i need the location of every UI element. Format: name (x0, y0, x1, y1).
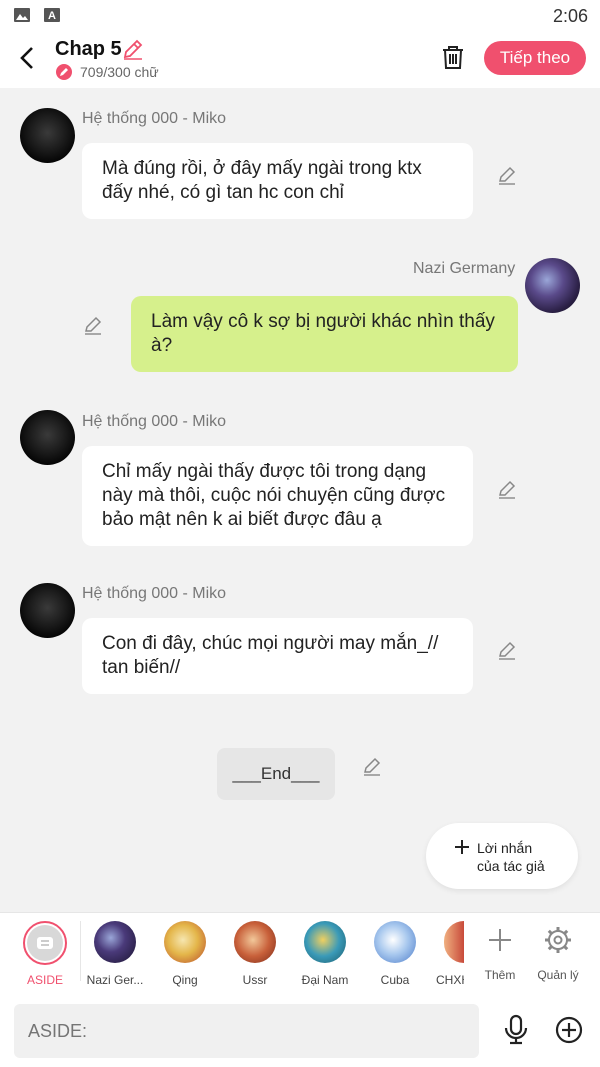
divider (80, 921, 81, 981)
edit-message-icon[interactable] (83, 315, 103, 335)
character-avatar (234, 921, 276, 963)
word-count: 709/300 chữ (56, 64, 159, 80)
character-ussr[interactable]: Ussr (224, 921, 286, 987)
character-avatar (94, 921, 136, 963)
character-bar: ASIDE Nazi Ger... Qing Ussr Đại Nam Cuba… (0, 912, 600, 994)
message-sender: Hệ thống 000 - Miko (82, 110, 227, 127)
gear-icon (545, 927, 571, 953)
manage-button[interactable]: Quản lý (532, 921, 584, 982)
character-name: Ussr (242, 973, 268, 987)
aside-avatar (23, 921, 67, 965)
header: Chap 5 709/300 chữ Tiếp theo (0, 32, 600, 88)
character-name: Đại Nam (301, 973, 349, 987)
manage-label: Quản lý (537, 968, 579, 982)
svg-text:A: A (48, 10, 56, 22)
back-arrow-icon[interactable] (14, 44, 42, 72)
character-cuba[interactable]: Cuba (364, 921, 426, 987)
character-name: CHXH (436, 973, 464, 987)
edit-end-icon[interactable] (362, 756, 382, 776)
author-note-label: Lời nhắn của tác giả (477, 840, 545, 874)
avatar-nazi-germany[interactable] (525, 258, 580, 313)
character-name: ASIDE (26, 973, 63, 987)
character-qing[interactable]: Qing (154, 921, 216, 987)
edit-title-icon[interactable] (122, 38, 144, 60)
character-chxh[interactable]: CHXH (434, 921, 464, 987)
message-bubble[interactable]: Con đi đây, chúc mọi người may mắn_// ta… (82, 618, 473, 694)
character-avatar (444, 921, 464, 963)
status-bar: A 2:06 (0, 0, 600, 32)
message-sender: Hệ thống 000 - Miko (82, 585, 227, 602)
input-bar (0, 994, 600, 1067)
image-icon (14, 8, 30, 22)
edit-message-icon[interactable] (497, 479, 517, 499)
message-bubble[interactable]: Làm vậy cô k sợ bị người khác nhìn thấy … (131, 296, 518, 372)
character-avatar (374, 921, 416, 963)
author-note-button[interactable]: Lời nhắn của tác giả (426, 823, 578, 889)
avatar-miko[interactable] (20, 410, 75, 465)
chapter-title[interactable]: Chap 5 (55, 38, 122, 61)
word-count-text: 709/300 chữ (80, 64, 159, 80)
character-name: Cuba (380, 973, 410, 987)
character-name: Nazi Ger... (86, 973, 144, 987)
edit-message-icon[interactable] (497, 165, 517, 185)
character-avatar (304, 921, 346, 963)
chat-bubble-icon (37, 937, 53, 949)
message-input[interactable] (14, 1004, 479, 1058)
character-aside[interactable]: ASIDE (14, 921, 76, 987)
add-character-button[interactable]: Thêm (474, 921, 526, 982)
character-dai-nam[interactable]: Đại Nam (294, 921, 356, 987)
end-marker[interactable]: ___End___ (217, 748, 335, 800)
next-button[interactable]: Tiếp theo (484, 41, 586, 75)
character-name: Qing (172, 973, 198, 987)
message-bubble[interactable]: Mà đúng rồi, ở đây mấy ngài trong ktx đấ… (82, 143, 473, 219)
edit-message-icon[interactable] (497, 640, 517, 660)
plus-icon (455, 840, 469, 854)
plus-icon (489, 929, 511, 951)
avatar-miko[interactable] (20, 108, 75, 163)
font-icon: A (44, 8, 60, 22)
character-avatar (164, 921, 206, 963)
add-label: Thêm (484, 968, 516, 982)
message-sender: Hệ thống 000 - Miko (82, 413, 227, 430)
trash-icon[interactable] (440, 44, 466, 70)
avatar-miko[interactable] (20, 583, 75, 638)
clock: 2:06 (552, 6, 588, 26)
message-sender: Nazi Germany (413, 260, 516, 277)
message-bubble[interactable]: Chỉ mấy ngài thấy được tôi trong dạng nà… (82, 446, 473, 546)
microphone-icon[interactable] (502, 1014, 530, 1046)
pencil-icon (56, 64, 72, 80)
chat-area[interactable]: Hệ thống 000 - Miko Mà đúng rồi, ở đây m… (0, 88, 600, 912)
add-circle-icon[interactable] (555, 1016, 583, 1044)
character-nazi-germany[interactable]: Nazi Ger... (84, 921, 146, 987)
